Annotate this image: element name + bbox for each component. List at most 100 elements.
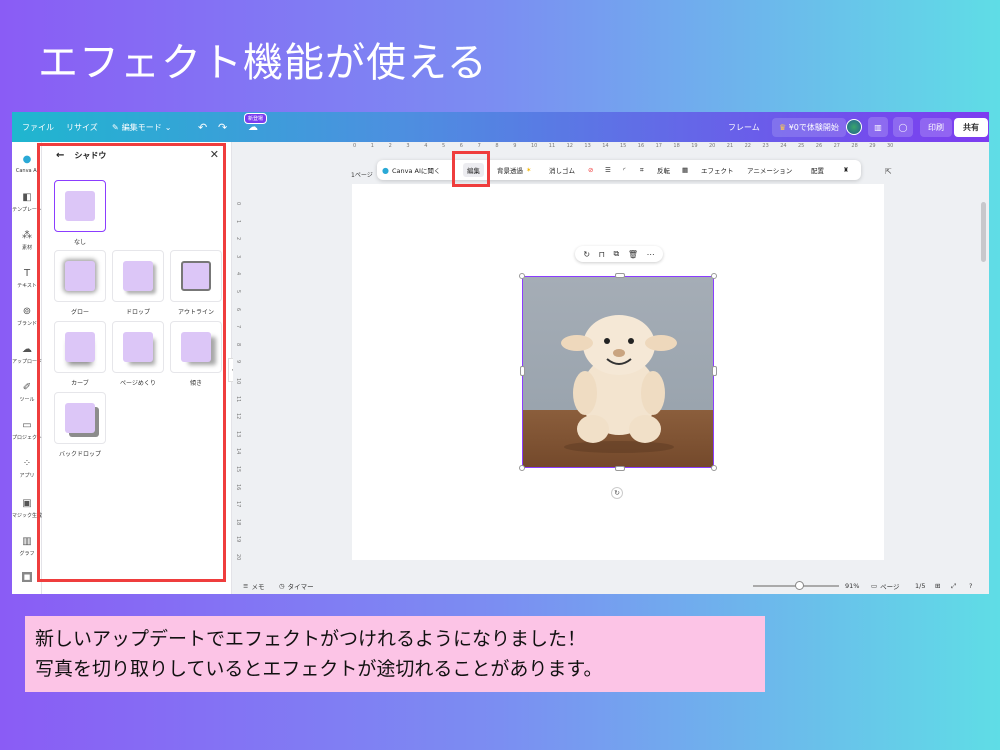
headline: エフェクト機能が使える (38, 40, 488, 86)
ruler-tick-label: 5 (442, 143, 446, 149)
zoom-level[interactable]: 91% (845, 578, 859, 594)
more-icon[interactable]: ⋯ (647, 250, 655, 259)
pencil-icon: ✎ (112, 122, 119, 132)
zoom-slider[interactable] (753, 578, 839, 594)
more-apps-icon: ■ (22, 572, 32, 582)
ruler-tick-label: 0 (235, 202, 241, 206)
refresh-icon[interactable]: ↻ (583, 250, 590, 259)
border-style-icon[interactable]: ☰ (605, 160, 611, 180)
ruler-tick-label: 6 (235, 307, 241, 311)
comment-icon[interactable]: ◯ (893, 117, 913, 137)
effect-button[interactable]: エフェクト (701, 160, 734, 180)
grid-view-icon[interactable]: ⊞ (935, 578, 940, 594)
bottom-bar: ≡ メモ ◷ タイマー 91% ▭ ページ 1/5 ⊞ ⤢ ? (233, 578, 989, 594)
scrollbar[interactable] (981, 202, 986, 262)
top-bar: ファイル リサイズ ✎ 編集モード ⌄ ↶ ↷ ☁ 新登場 フレーム ♛ ¥0で… (12, 112, 989, 142)
ruler-tick-label: 20 (235, 554, 241, 561)
ruler-tick-label: 2 (388, 143, 392, 149)
selected-photo[interactable] (522, 276, 714, 468)
ruler-tick-label: 12 (235, 413, 241, 420)
ruler-tick-label: 3 (406, 143, 410, 149)
ruler-tick-label: 5 (235, 290, 241, 294)
bg-remove-button[interactable]: 背景透過 ✶ (497, 160, 531, 180)
page-label: 1ページ (351, 172, 373, 179)
canvas-area: 0 1 2 3 4 5 6 7 8 9 10 11 12 13 14 15 16 17 18 19 20 21 22 23 24… (233, 142, 989, 578)
new-badge: 新登場 (244, 113, 268, 124)
share-page-icon[interactable]: ⇱ (885, 167, 892, 176)
highlight-shadow-panel (37, 143, 226, 582)
timer-icon: ◷ (279, 582, 285, 590)
ruler-tick-label: 18 (673, 143, 680, 149)
trial-label: ¥0で体験開始 (788, 122, 839, 132)
flip-button[interactable]: 反転 (657, 160, 670, 180)
transparency-icon[interactable]: ▦ (682, 160, 688, 180)
help-icon[interactable]: ? (969, 578, 972, 594)
arrange-button[interactable]: 配置 (811, 160, 824, 180)
rail-item-label: テキスト (17, 283, 37, 289)
canva-ai-button[interactable]: ● Canva AIに聞く (382, 160, 440, 180)
bg-remove-label: 背景透過 (497, 167, 523, 175)
ruler-tick-label: 1 (235, 219, 241, 223)
ruler-tick-label: 22 (744, 143, 751, 149)
ruler-tick-label: 3 (235, 254, 241, 258)
resize-handle[interactable] (519, 273, 525, 279)
trial-button[interactable]: ♛ ¥0で体験開始 (772, 117, 846, 137)
resize-handle[interactable] (712, 366, 717, 376)
redo-icon[interactable]: ↷ (218, 112, 227, 142)
sparkle-icon: ✶ (526, 166, 532, 174)
page-count: 1/5 (915, 582, 926, 590)
canva-ai-label: Canva AIに聞く (391, 167, 441, 175)
duplicate-icon[interactable]: ⧉ (614, 249, 620, 259)
timer-button[interactable]: ◷ タイマー (279, 578, 314, 594)
trash-icon[interactable]: 🗑 (628, 250, 638, 259)
ruler-tick-label: 7 (477, 143, 481, 149)
resize-handle[interactable] (520, 366, 525, 376)
eraser-button[interactable]: 消しゴム (549, 160, 575, 180)
no-color-icon[interactable]: ⊘ (588, 160, 593, 180)
ruler-tick-label: 27 (833, 143, 840, 149)
ruler-tick-label: 30 (887, 143, 894, 149)
ruler-tick-label: 16 (235, 483, 241, 490)
resize-handle[interactable] (615, 466, 625, 471)
fullscreen-icon[interactable]: ⤢ (951, 578, 956, 594)
corner-radius-icon[interactable]: ◜ (623, 160, 626, 180)
ruler-tick-label: 8 (495, 143, 499, 149)
pages-icon: ▭ (871, 582, 878, 590)
undo-icon[interactable]: ↶ (198, 112, 207, 142)
print-button[interactable]: 印刷 (920, 117, 952, 137)
analytics-icon[interactable]: ▥ (868, 117, 888, 137)
rail-item-label: アプリ (19, 473, 35, 479)
ruler-tick-label: 21 (726, 143, 734, 149)
resize-handle[interactable] (615, 273, 625, 278)
ruler-tick-label: 7 (235, 325, 241, 329)
paint-roller-icon[interactable]: ♜ (843, 160, 849, 180)
canva-ai-icon: ● (382, 165, 389, 175)
caption-line-2: 写真を切り取りしているとエフェクトが途切れることがあります。 (35, 658, 603, 680)
resize-menu[interactable]: リサイズ (66, 112, 98, 142)
file-menu[interactable]: ファイル (22, 112, 54, 142)
ruler-tick-label: 23 (762, 143, 769, 149)
crop-icon[interactable]: ⌗ (640, 160, 644, 180)
ruler-tick-label: 13 (584, 143, 591, 149)
crown-icon: ♛ (779, 122, 787, 132)
ruler-tick-label: 10 (235, 378, 241, 385)
edit-mode-menu[interactable]: ✎ 編集モード ⌄ (112, 112, 171, 142)
caption-box: 新しいアップデートでエフェクトがつけれるようになりました！ 写真を切り取りしてい… (25, 616, 765, 692)
resize-handle[interactable] (519, 465, 525, 471)
pages-button[interactable]: ▭ ページ (871, 578, 900, 594)
resize-handle[interactable] (711, 465, 717, 471)
resize-handle[interactable] (711, 273, 717, 279)
animation-button[interactable]: アニメーション (747, 160, 792, 180)
rail-item-label: グラフ (19, 551, 35, 557)
caption-line-1: 新しいアップデートでエフェクトがつけれるようになりました！ (35, 628, 587, 650)
highlight-edit-button (452, 151, 490, 187)
ruler-tick-label: 4 (424, 143, 428, 149)
frame-button[interactable]: フレーム (728, 112, 760, 142)
lock-icon[interactable]: ⊓ (599, 250, 605, 259)
ruler-tick-label: 19 (235, 536, 241, 543)
rotate-icon[interactable]: ↻ (611, 487, 623, 499)
memo-button[interactable]: ≡ メモ (243, 578, 264, 594)
share-button[interactable]: 共有 (954, 117, 988, 137)
ruler-tick-label: 12 (566, 143, 573, 149)
avatar[interactable] (846, 112, 862, 142)
